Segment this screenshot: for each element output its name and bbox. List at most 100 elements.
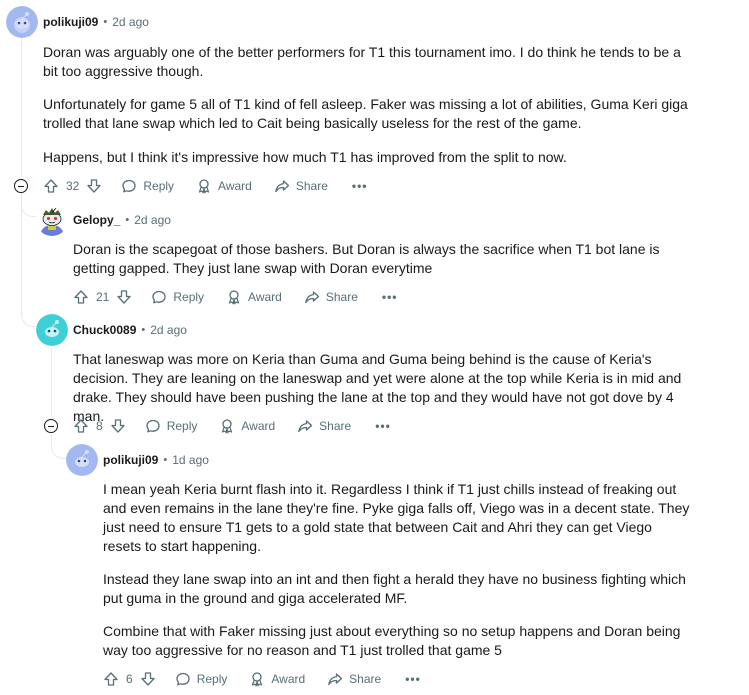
award-icon bbox=[252, 672, 263, 687]
share-button[interactable]: Share bbox=[274, 178, 328, 194]
separator-dot: • bbox=[141, 324, 146, 336]
timestamp[interactable]: 1d ago bbox=[172, 453, 209, 467]
comment-header: polikuji09 • 1d ago bbox=[103, 450, 209, 470]
comment-bubble-icon bbox=[152, 290, 167, 304]
downvote-icon bbox=[141, 672, 155, 686]
upvote-button[interactable] bbox=[73, 418, 89, 434]
reply-button[interactable]: Reply bbox=[145, 418, 198, 434]
downvote-icon bbox=[87, 179, 102, 193]
comment-actions: 21 Reply Award Share ••• bbox=[73, 287, 397, 307]
comment-body-paragraph: Happens, but I think it's impressive how… bbox=[43, 149, 567, 165]
thread-connector bbox=[21, 312, 36, 327]
award-label: Award bbox=[271, 672, 306, 686]
upvote-icon bbox=[44, 179, 58, 193]
timestamp[interactable]: 2d ago bbox=[112, 15, 149, 29]
avatar[interactable] bbox=[6, 6, 38, 38]
reply-label: Reply bbox=[143, 179, 175, 193]
collapse-minus-icon[interactable] bbox=[14, 179, 28, 193]
comment-body-paragraph: Instead they lane swap into an int and t… bbox=[103, 571, 686, 606]
username[interactable]: Gelopy_ bbox=[73, 213, 120, 227]
share-icon bbox=[274, 180, 289, 193]
reply-button[interactable]: Reply bbox=[121, 178, 174, 194]
downvote-icon bbox=[111, 419, 125, 433]
comment-body-paragraph: That laneswap was more on Keria than Gum… bbox=[73, 351, 682, 424]
upvote-button[interactable] bbox=[43, 178, 59, 194]
thread-line-nested[interactable] bbox=[51, 348, 52, 418]
comment-actions: 8 Reply Award Share ••• bbox=[73, 416, 391, 436]
vote-count: 32 bbox=[66, 179, 80, 193]
award-icon bbox=[222, 419, 233, 434]
more-dots-icon[interactable]: ••• bbox=[352, 179, 368, 193]
vote-count: 6 bbox=[126, 672, 133, 686]
comment-body-paragraph: Combine that with Faker missing just abo… bbox=[103, 623, 681, 658]
share-label: Share bbox=[295, 179, 328, 193]
username[interactable]: Chuck0089 bbox=[73, 323, 136, 337]
award-icon bbox=[198, 179, 210, 194]
comment-body-paragraph: Doran is the scapegoat of those bashers.… bbox=[73, 241, 660, 276]
thread-line-main[interactable] bbox=[21, 38, 22, 178]
comment-header: Chuck0089 • 2d ago bbox=[73, 320, 187, 340]
collapse-minus-icon[interactable] bbox=[44, 419, 58, 433]
award-label: Award bbox=[241, 419, 276, 433]
reply-label: Reply bbox=[173, 290, 205, 304]
reply-label: Reply bbox=[196, 672, 228, 686]
comment-thread: polikuji09 • 2d ago Doran was arguably o… bbox=[0, 0, 749, 695]
username[interactable]: polikuji09 bbox=[43, 15, 98, 29]
comment-actions: 32 Reply Award Share ••• bbox=[43, 176, 367, 196]
share-icon bbox=[298, 420, 313, 433]
comment-body-paragraph: Doran was arguably one of the better per… bbox=[43, 44, 681, 79]
comment-bubble-icon bbox=[122, 179, 137, 193]
award-label: Award bbox=[218, 179, 252, 193]
thread-connector bbox=[21, 202, 36, 217]
award-icon bbox=[228, 290, 240, 305]
timestamp[interactable]: 2d ago bbox=[150, 323, 187, 337]
share-icon bbox=[328, 673, 343, 686]
comment-body-paragraph: Unfortunately for game 5 all of T1 kind … bbox=[43, 96, 688, 131]
avatar[interactable] bbox=[36, 204, 68, 236]
upvote-icon bbox=[104, 672, 118, 686]
upvote-button[interactable] bbox=[73, 289, 89, 305]
reply-button[interactable]: Reply bbox=[151, 289, 204, 305]
comment-body-paragraph: I mean yeah Keria burnt flash into it. R… bbox=[103, 481, 690, 554]
more-dots-icon[interactable]: ••• bbox=[405, 672, 421, 686]
reply-label: Reply bbox=[166, 419, 198, 433]
more-dots-icon[interactable]: ••• bbox=[375, 419, 391, 433]
separator-dot: • bbox=[163, 454, 168, 466]
thread-line-nested-2[interactable] bbox=[51, 434, 52, 444]
comment-actions: 6 Reply Award Share ••• bbox=[103, 669, 421, 689]
downvote-button[interactable] bbox=[110, 418, 126, 434]
downvote-button[interactable] bbox=[86, 178, 102, 194]
vote-count: 8 bbox=[96, 419, 103, 433]
share-button[interactable]: Share bbox=[304, 289, 358, 305]
share-icon bbox=[304, 291, 319, 304]
upvote-icon bbox=[74, 419, 88, 433]
downvote-button[interactable] bbox=[116, 289, 132, 305]
award-button[interactable]: Award bbox=[249, 671, 305, 687]
upvote-icon bbox=[74, 290, 88, 304]
vote-count: 21 bbox=[96, 290, 110, 304]
separator-dot: • bbox=[103, 16, 108, 28]
share-button[interactable]: Share bbox=[297, 418, 351, 434]
timestamp[interactable]: 2d ago bbox=[134, 213, 171, 227]
separator-dot: • bbox=[125, 214, 130, 226]
comment-bubble-icon bbox=[176, 672, 190, 686]
avatar[interactable] bbox=[66, 444, 98, 476]
award-button[interactable]: Award bbox=[219, 418, 275, 434]
award-button[interactable]: Award bbox=[226, 289, 282, 305]
comment-header: polikuji09 • 2d ago bbox=[43, 12, 149, 32]
reply-button[interactable]: Reply bbox=[175, 671, 228, 687]
share-label: Share bbox=[319, 419, 352, 433]
username[interactable]: polikuji09 bbox=[103, 453, 158, 467]
downvote-button[interactable] bbox=[140, 671, 156, 687]
more-dots-icon[interactable]: ••• bbox=[382, 290, 398, 304]
comment-bubble-icon bbox=[146, 419, 160, 433]
comment-header: Gelopy_ • 2d ago bbox=[73, 210, 171, 230]
share-label: Share bbox=[349, 672, 382, 686]
upvote-button[interactable] bbox=[103, 671, 119, 687]
downvote-icon bbox=[117, 290, 132, 304]
award-label: Award bbox=[248, 290, 282, 304]
award-button[interactable]: Award bbox=[196, 178, 252, 194]
avatar[interactable] bbox=[36, 314, 68, 346]
share-button[interactable]: Share bbox=[327, 671, 381, 687]
share-label: Share bbox=[325, 290, 358, 304]
